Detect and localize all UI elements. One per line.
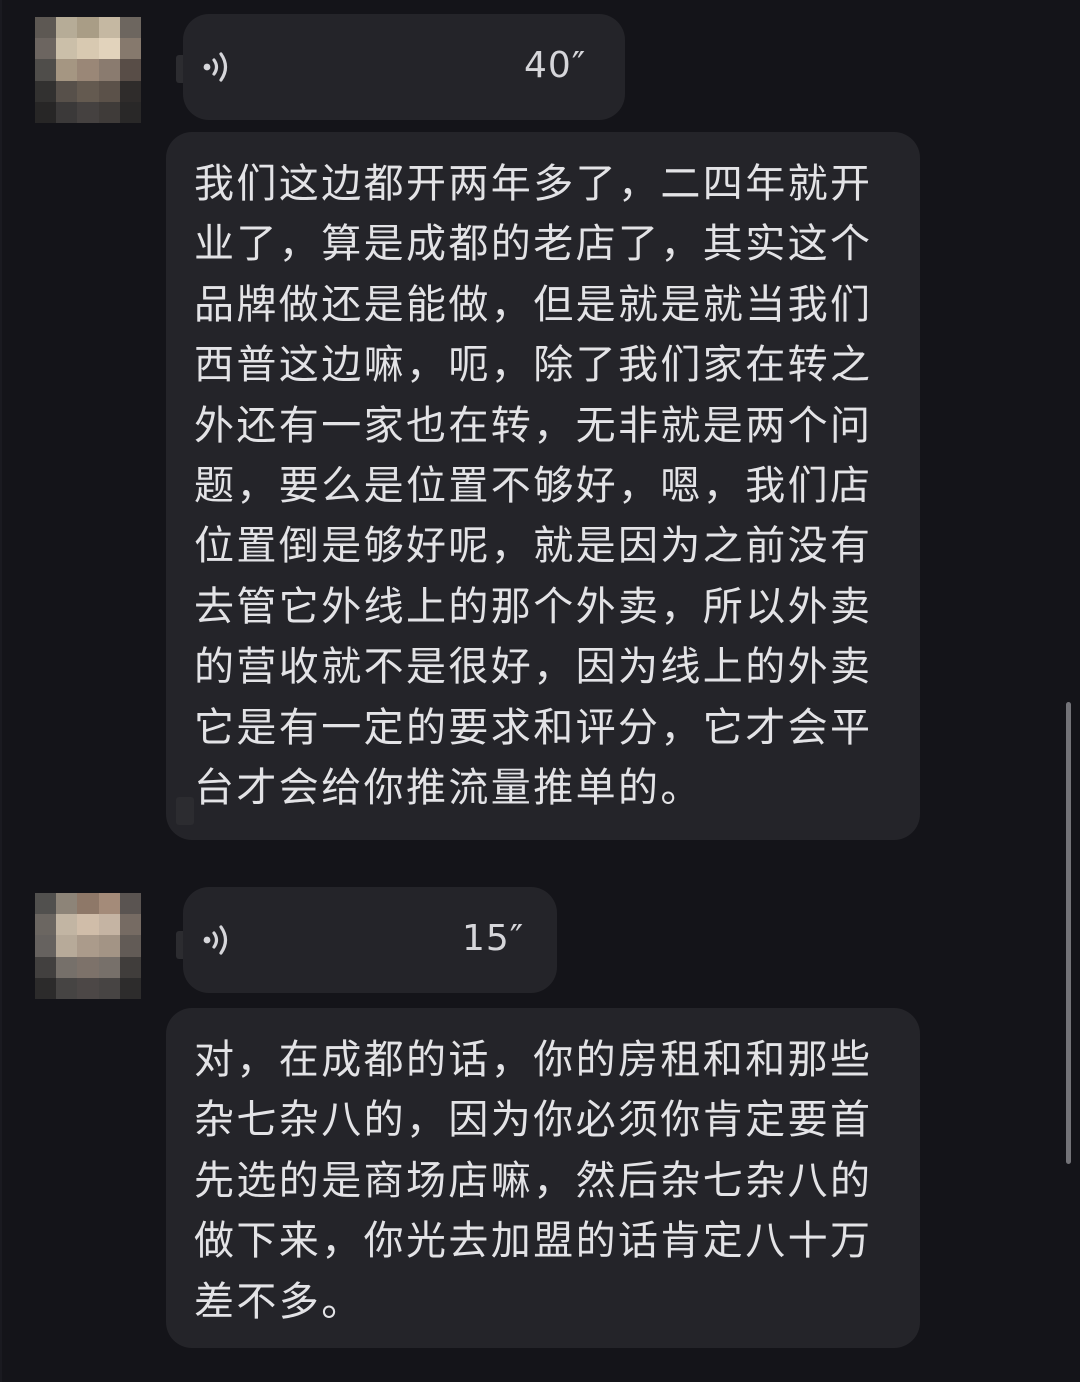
- chat-screen: 40″ 我们这边都开两年多了，二四年就开业了，算是成都的老店了，其实这个品牌做还…: [0, 0, 1080, 1382]
- avatar-pixel: [98, 80, 120, 102]
- avatar-pixel: [35, 80, 57, 102]
- voice-transcript-bubble[interactable]: 对，在成都的话，你的房租和和那些杂七杂八的，因为你必须你肯定要首先选的是商场店嘛…: [166, 1008, 920, 1348]
- avatar-pixel: [98, 59, 120, 81]
- avatar-pixel: [77, 914, 99, 936]
- avatar-pixel: [35, 914, 57, 936]
- message-indicator: [176, 797, 194, 825]
- avatar-pixel: [35, 101, 57, 123]
- avatar-pixel: [56, 80, 78, 102]
- avatar-pixel: [119, 893, 141, 915]
- avatar-pixel: [56, 17, 78, 39]
- avatar-pixel: [77, 80, 99, 102]
- avatar-pixel: [98, 38, 120, 60]
- avatar-pixel: [119, 38, 141, 60]
- avatar-pixel: [119, 935, 141, 957]
- avatar-pixel: [77, 17, 99, 39]
- avatar-pixel: [56, 956, 78, 978]
- avatar-pixel: [77, 935, 99, 957]
- voice-duration: 40″: [524, 45, 587, 86]
- left-edge-divider: [0, 0, 2, 1382]
- avatar-pixel: [119, 59, 141, 81]
- voice-duration: 15″: [462, 918, 525, 959]
- avatar-pixel: [119, 80, 141, 102]
- avatar-pixel: [98, 935, 120, 957]
- avatar-pixel: [98, 893, 120, 915]
- avatar-pixel: [77, 977, 99, 999]
- avatar-pixel: [119, 914, 141, 936]
- avatar[interactable]: [35, 17, 141, 123]
- avatar-pixel: [119, 977, 141, 999]
- sound-wave-icon: [203, 925, 228, 955]
- scrollbar[interactable]: [1066, 702, 1071, 1164]
- avatar-pixel: [98, 101, 120, 123]
- voice-transcript-text: 对，在成都的话，你的房租和和那些杂七杂八的，因为你必须你肯定要首先选的是商场店嘛…: [194, 1037, 873, 1325]
- voice-message-bubble[interactable]: 40″: [183, 14, 625, 120]
- avatar-pixel: [119, 956, 141, 978]
- voice-message-bubble[interactable]: 15″: [183, 887, 557, 993]
- avatar-pixel: [35, 17, 57, 39]
- avatar-pixel: [119, 17, 141, 39]
- avatar-pixel: [35, 956, 57, 978]
- voice-transcript-text: 我们这边都开两年多了，二四年就开业了，算是成都的老店了，其实这个品牌做还是能做，…: [194, 161, 873, 812]
- avatar-pixel: [77, 101, 99, 123]
- avatar-pixel: [35, 893, 57, 915]
- avatar-pixel: [98, 17, 120, 39]
- avatar-pixel: [35, 59, 57, 81]
- avatar-pixel: [56, 977, 78, 999]
- avatar-pixel: [119, 101, 141, 123]
- avatar-pixel: [56, 914, 78, 936]
- avatar-pixel: [56, 101, 78, 123]
- avatar-pixel: [77, 956, 99, 978]
- avatar-pixel: [77, 893, 99, 915]
- avatar-pixel: [98, 914, 120, 936]
- avatar[interactable]: [35, 893, 141, 999]
- avatar-pixel: [56, 59, 78, 81]
- avatar-pixel: [98, 956, 120, 978]
- avatar-pixel: [35, 977, 57, 999]
- sound-wave-icon: [203, 52, 228, 82]
- avatar-pixel: [56, 38, 78, 60]
- avatar-pixel: [35, 935, 57, 957]
- avatar-pixel: [56, 893, 78, 915]
- avatar-pixel: [56, 935, 78, 957]
- avatar-pixel: [35, 38, 57, 60]
- avatar-pixel: [77, 59, 99, 81]
- voice-transcript-bubble[interactable]: 我们这边都开两年多了，二四年就开业了，算是成都的老店了，其实这个品牌做还是能做，…: [166, 132, 920, 840]
- avatar-pixel: [77, 38, 99, 60]
- avatar-pixel: [98, 977, 120, 999]
